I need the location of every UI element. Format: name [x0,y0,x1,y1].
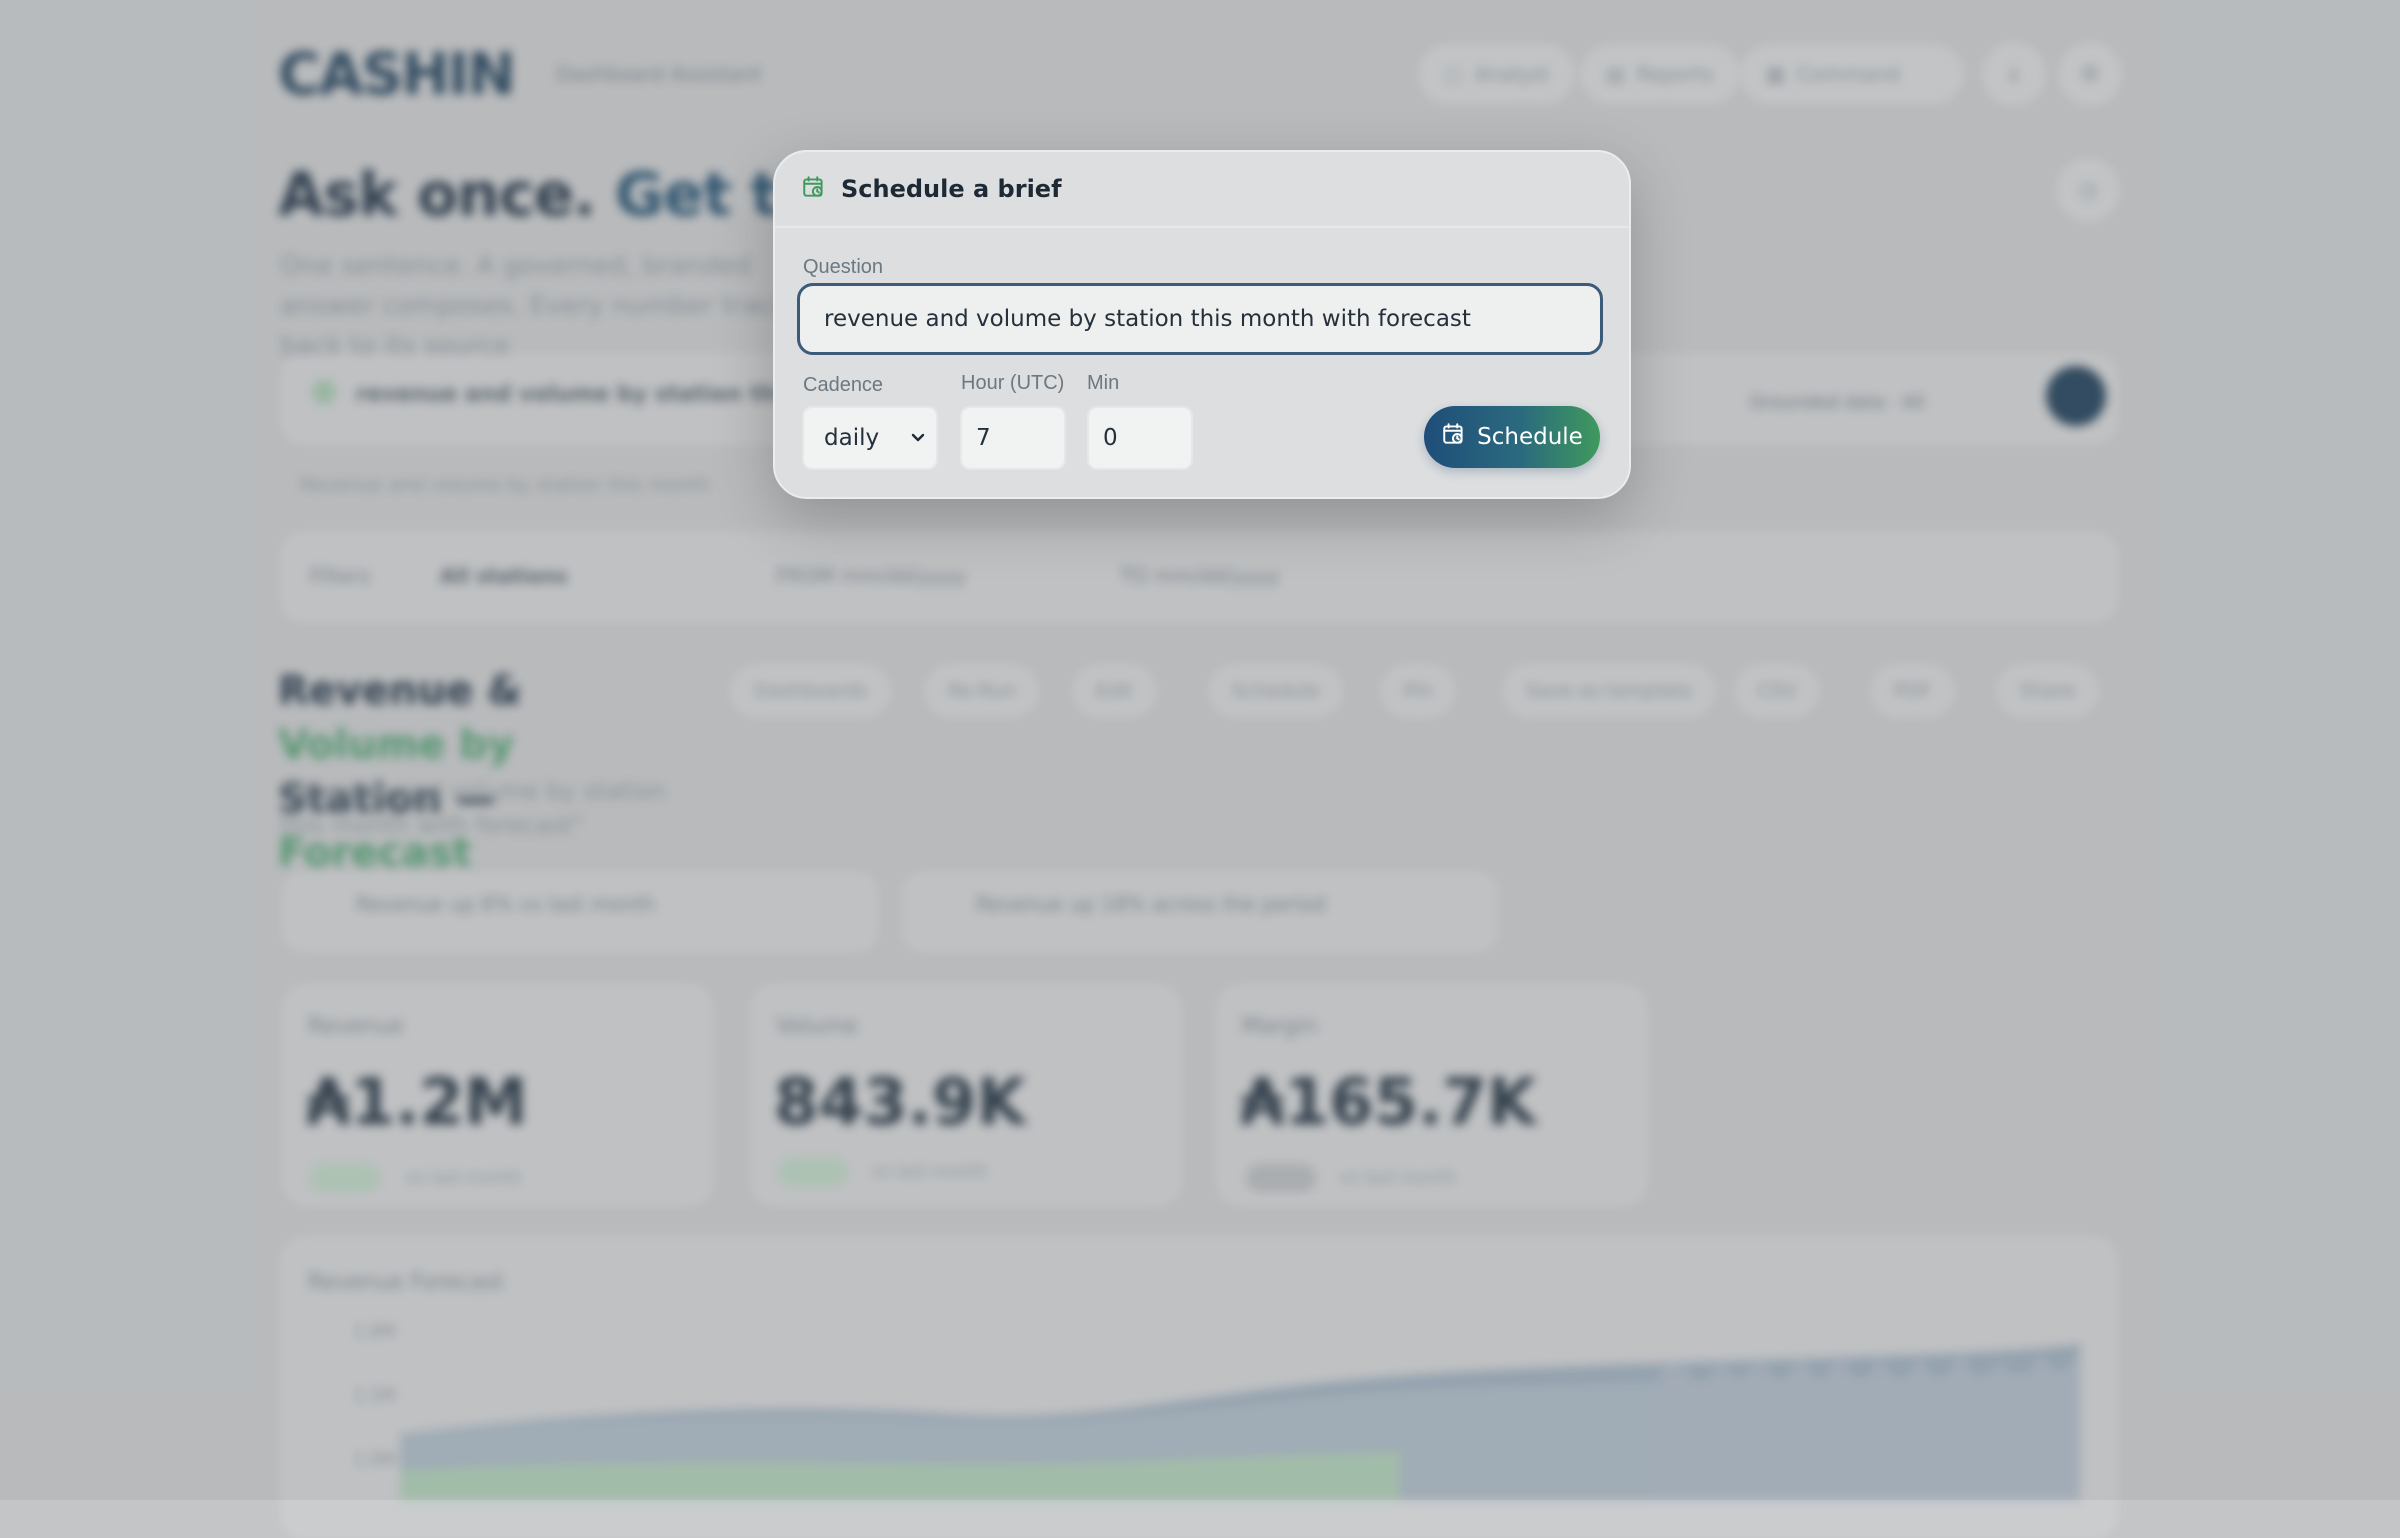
dialog-header: Schedule a brief [775,152,1629,228]
minute-input[interactable]: 0 [1087,406,1193,470]
cadence-select[interactable]: daily [802,406,938,470]
question-label: Question [803,256,884,278]
hour-input[interactable]: 7 [960,406,1066,470]
calendar-clock-icon [801,174,827,205]
cadence-value: daily [824,425,880,451]
calendar-clock-icon [1441,421,1467,453]
cadence-label: Cadence [803,374,884,396]
dialog-title: Schedule a brief [841,175,1062,203]
hour-label: Hour (UTC) [961,372,1065,394]
schedule-brief-dialog: Schedule a brief Question Cadence Hour (… [773,150,1631,499]
chevron-down-icon [910,425,926,451]
min-label: Min [1087,372,1120,394]
schedule-button[interactable]: Schedule [1424,406,1600,468]
question-input[interactable] [797,283,1603,355]
schedule-button-label: Schedule [1477,424,1583,450]
